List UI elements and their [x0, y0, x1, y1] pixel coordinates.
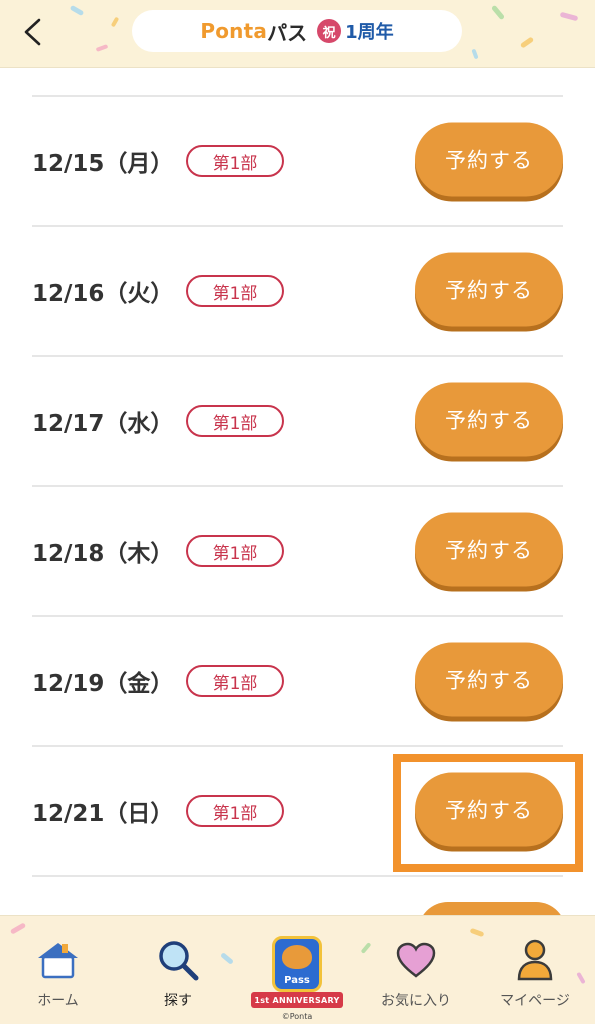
ponta-pass-icon: Pass	[272, 936, 322, 992]
confetti-decoration	[490, 4, 506, 21]
confetti-decoration	[69, 4, 85, 17]
nav-item-mypage[interactable]: マイページ	[485, 916, 585, 1024]
nav-label: マイページ	[500, 993, 570, 1009]
confetti-decoration	[559, 11, 579, 22]
row-date: 12/16（火）	[32, 281, 174, 307]
reserve-button[interactable]: 予約する	[415, 382, 563, 457]
reservation-row: 12/21（日） 第1部 予約する	[32, 747, 563, 877]
nav-item-home[interactable]: ホーム	[8, 916, 108, 1024]
row-date: 12/15（月）	[32, 151, 174, 177]
pass-anniversary-badge[interactable]: Pass 1st ANNIVERSARY ©Ponta	[247, 916, 347, 1024]
reservation-row: 12/15（月） 第1部 予約する	[32, 97, 563, 227]
row-date: 12/19（金）	[32, 671, 174, 697]
part-badge: 第1部	[186, 795, 284, 827]
reserve-button[interactable]: 予約する	[415, 772, 563, 847]
back-button[interactable]	[14, 12, 50, 52]
row-date: 12/18（木）	[32, 541, 174, 567]
row-date: 12/17（水）	[32, 411, 174, 437]
nav-item-favorites[interactable]: お気に入り	[366, 916, 466, 1024]
pass-label: Pass	[284, 975, 310, 986]
reservation-row: 12/16（火） 第1部 予約する	[32, 227, 563, 357]
part-badge: 第1部	[186, 665, 284, 697]
person-icon	[515, 938, 555, 982]
logo-brand: Ponta	[200, 19, 268, 43]
ponta-face-icon	[282, 945, 312, 969]
nav-label: 探す	[164, 993, 192, 1009]
nav-label: ホーム	[37, 993, 79, 1009]
reserve-button[interactable]: 予約する	[415, 642, 563, 717]
row-date: 12/21（日）	[32, 801, 174, 827]
part-badge: 第1部	[186, 405, 284, 437]
home-icon	[35, 938, 81, 982]
heart-icon	[395, 938, 437, 982]
celebration-badge: 祝	[317, 19, 342, 43]
reserve-button[interactable]: 予約する	[415, 122, 563, 197]
nav-item-search[interactable]: 探す	[128, 916, 228, 1024]
confetti-decoration	[471, 48, 479, 60]
part-badge: 第1部	[186, 535, 284, 567]
reservation-row: 12/17（水） 第1部 予約する	[32, 357, 563, 487]
reservation-row: 12/19（金） 第1部 予約する	[32, 617, 563, 747]
logo-suffix: パス	[267, 20, 308, 45]
reservation-list: 12/15（月） 第1部 予約する 12/16（火） 第1部 予約する 12/1…	[0, 68, 595, 915]
logo-anniversary: 1周年	[345, 22, 394, 43]
confetti-decoration	[469, 927, 485, 938]
chevron-left-icon	[24, 18, 41, 46]
nav-label: お気に入り	[381, 993, 451, 1009]
reservation-row: 12/18（木） 第1部 予約する	[32, 487, 563, 617]
anniversary-ribbon: 1st ANNIVERSARY	[251, 992, 343, 1008]
bottom-navigation: ホーム 探す Pass 1st ANNIVERSARY ©Ponta お気に入り…	[0, 915, 595, 1024]
confetti-decoration	[519, 36, 535, 49]
search-icon	[156, 938, 200, 982]
reserve-button[interactable]: 予約する	[415, 512, 563, 587]
confetti-decoration	[95, 44, 109, 52]
part-badge: 第1部	[186, 275, 284, 307]
reserve-button[interactable]: 予約する	[415, 252, 563, 327]
app-screen: Ponta パス 祝 1周年 12/15（月） 第1部 予約する 12/16（火…	[0, 0, 595, 1024]
part-badge: 第1部	[186, 145, 284, 177]
copyright-text: ©Ponta	[281, 1012, 313, 1021]
confetti-decoration	[110, 16, 120, 28]
ponta-pass-logo: Ponta パス 祝 1周年	[132, 10, 462, 52]
app-header: Ponta パス 祝 1周年	[0, 0, 595, 68]
